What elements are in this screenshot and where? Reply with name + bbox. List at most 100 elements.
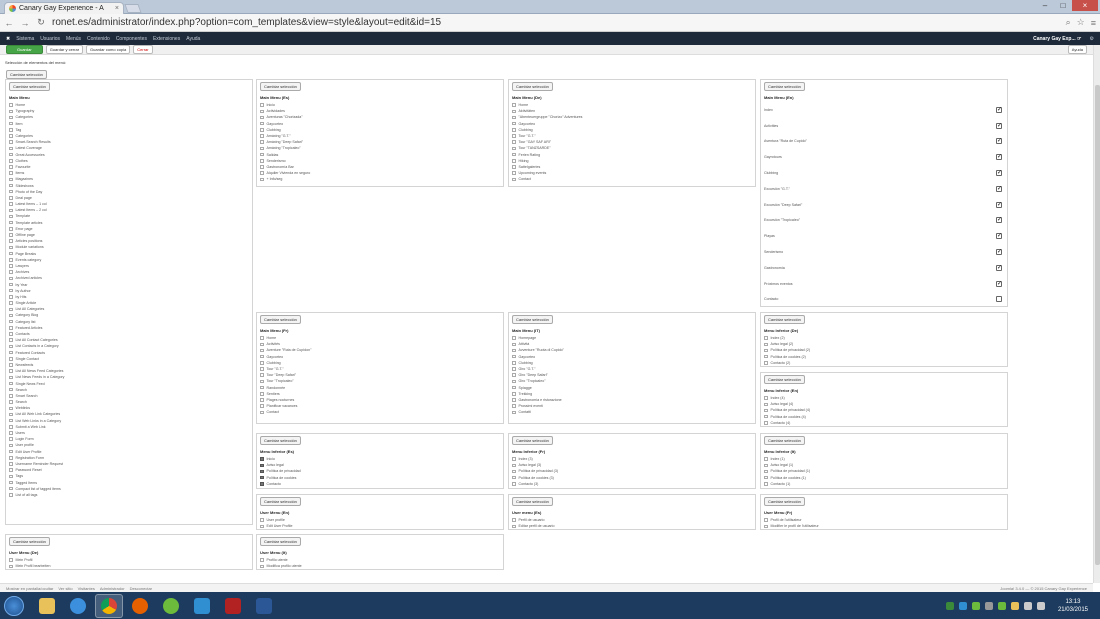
checkbox[interactable] bbox=[260, 398, 264, 402]
checkbox[interactable] bbox=[512, 398, 516, 402]
menu-item-row[interactable]: Gayrotours ✓ bbox=[764, 149, 1004, 165]
checked-checkbox-icon[interactable]: ✓ bbox=[996, 264, 1002, 271]
checkbox[interactable] bbox=[9, 189, 13, 194]
checkbox[interactable] bbox=[9, 128, 13, 132]
checked-checkbox-icon[interactable]: ✓ bbox=[996, 154, 1002, 161]
checkbox[interactable] bbox=[260, 121, 264, 126]
menu-item-row[interactable]: List of all tags bbox=[9, 492, 249, 498]
checkbox[interactable] bbox=[9, 282, 13, 287]
checkbox[interactable] bbox=[764, 463, 768, 468]
checked-checkbox-icon[interactable]: ✓ bbox=[996, 170, 1002, 177]
toggle-all-selection-button[interactable]: Cambiar selección bbox=[6, 70, 47, 79]
network-icon[interactable] bbox=[1023, 601, 1032, 610]
checkbox[interactable] bbox=[9, 418, 13, 423]
checkbox[interactable] bbox=[9, 258, 13, 262]
checkbox[interactable] bbox=[512, 463, 516, 468]
checkbox[interactable] bbox=[9, 264, 13, 268]
checkbox[interactable] bbox=[512, 140, 516, 144]
checkbox[interactable] bbox=[260, 159, 264, 163]
taskbar-explorer[interactable] bbox=[33, 594, 61, 618]
checkbox[interactable] bbox=[764, 348, 768, 353]
taskbar-utorrent[interactable] bbox=[157, 594, 185, 618]
checkbox[interactable] bbox=[9, 449, 13, 454]
checkbox[interactable] bbox=[260, 103, 264, 107]
checked-checkbox-icon[interactable]: ✓ bbox=[996, 122, 1002, 129]
checkbox[interactable] bbox=[9, 233, 13, 237]
scrollbar-thumb[interactable] bbox=[1095, 85, 1100, 565]
checkbox[interactable] bbox=[260, 518, 264, 522]
checkbox[interactable] bbox=[9, 220, 13, 225]
checkbox[interactable] bbox=[9, 276, 13, 281]
menu-item-row[interactable]: Contacto (2) bbox=[764, 360, 1004, 366]
checkbox[interactable] bbox=[9, 196, 13, 200]
checkbox[interactable] bbox=[9, 564, 13, 569]
checkbox[interactable] bbox=[9, 462, 13, 466]
tray-icon-2[interactable] bbox=[958, 601, 967, 610]
checkbox[interactable] bbox=[512, 171, 516, 175]
checkbox[interactable] bbox=[512, 367, 516, 371]
checkbox[interactable] bbox=[764, 421, 768, 425]
checkbox[interactable] bbox=[260, 558, 264, 562]
checkbox[interactable] bbox=[9, 319, 13, 324]
site-name-link[interactable]: Canary Gay Exp... ☞ bbox=[1033, 36, 1081, 42]
checkbox[interactable] bbox=[9, 369, 13, 373]
checkbox[interactable] bbox=[9, 177, 13, 182]
checkbox[interactable] bbox=[512, 392, 516, 396]
menu-item-row[interactable]: Contacto bbox=[260, 481, 500, 487]
checkbox[interactable] bbox=[260, 348, 264, 353]
browser-tab[interactable]: Canary Gay Experience - A × bbox=[4, 2, 124, 14]
checkbox[interactable] bbox=[9, 332, 13, 336]
checkbox[interactable] bbox=[764, 414, 768, 419]
page-scrollbar[interactable] bbox=[1093, 45, 1100, 583]
checkbox[interactable] bbox=[512, 524, 516, 529]
checkbox[interactable] bbox=[9, 208, 13, 213]
checkbox[interactable] bbox=[9, 425, 13, 429]
checkbox[interactable] bbox=[764, 354, 768, 359]
taskbar-transfer[interactable] bbox=[188, 594, 216, 618]
save-copy-button[interactable]: Guardar como copia bbox=[86, 45, 131, 54]
checkbox[interactable] bbox=[9, 437, 13, 441]
checkbox[interactable] bbox=[9, 375, 13, 380]
toggle-selection-button[interactable]: Cambiar selección bbox=[260, 497, 301, 506]
checked-checkbox-icon[interactable]: ✓ bbox=[996, 233, 1002, 240]
checked-checkbox[interactable] bbox=[260, 469, 264, 474]
menu-item-row[interactable]: Excursión "G.T." ✓ bbox=[764, 181, 1004, 197]
checkbox[interactable] bbox=[9, 251, 13, 256]
checkbox[interactable] bbox=[9, 400, 13, 404]
taskbar-firefox[interactable] bbox=[126, 594, 154, 618]
checkbox[interactable] bbox=[512, 159, 516, 163]
menu-icon[interactable]: ≡ bbox=[1091, 18, 1096, 28]
checkbox[interactable] bbox=[9, 412, 13, 417]
checkbox[interactable] bbox=[9, 363, 13, 367]
checkbox[interactable] bbox=[512, 146, 516, 151]
checkbox[interactable] bbox=[9, 493, 13, 497]
taskbar-chrome[interactable] bbox=[95, 593, 123, 618]
back-icon[interactable]: ← bbox=[4, 18, 14, 28]
checkbox[interactable] bbox=[512, 379, 516, 384]
menu-item-row[interactable]: Contacto bbox=[764, 292, 1004, 308]
checkbox[interactable] bbox=[260, 524, 264, 529]
save-button[interactable]: Guardar bbox=[6, 45, 43, 54]
toggle-selection-button[interactable]: Cambiar selección bbox=[764, 82, 805, 91]
checkbox[interactable] bbox=[9, 109, 13, 114]
checkbox[interactable] bbox=[9, 344, 13, 349]
checked-checkbox-icon[interactable]: ✓ bbox=[996, 280, 1002, 287]
user-icon[interactable]: ⚙ bbox=[1090, 36, 1094, 42]
checkbox[interactable] bbox=[512, 336, 516, 340]
status-logout-link[interactable]: Desconectar bbox=[130, 586, 152, 591]
checkbox[interactable] bbox=[260, 140, 264, 144]
checkbox[interactable] bbox=[9, 387, 13, 392]
checkbox[interactable] bbox=[9, 394, 13, 398]
checkbox[interactable] bbox=[512, 165, 516, 169]
taskbar-word[interactable] bbox=[250, 594, 278, 618]
checkbox[interactable] bbox=[9, 165, 13, 169]
checkbox[interactable] bbox=[512, 121, 516, 126]
checkbox[interactable] bbox=[260, 128, 264, 132]
checked-checkbox-icon[interactable]: ✓ bbox=[996, 185, 1002, 192]
taskbar-filezilla[interactable] bbox=[219, 594, 247, 618]
checkbox[interactable] bbox=[764, 469, 768, 474]
checkbox[interactable] bbox=[9, 456, 13, 460]
menu-item-components[interactable]: Componentes bbox=[116, 36, 147, 42]
checkbox[interactable] bbox=[9, 350, 13, 355]
checkbox[interactable] bbox=[9, 245, 13, 250]
